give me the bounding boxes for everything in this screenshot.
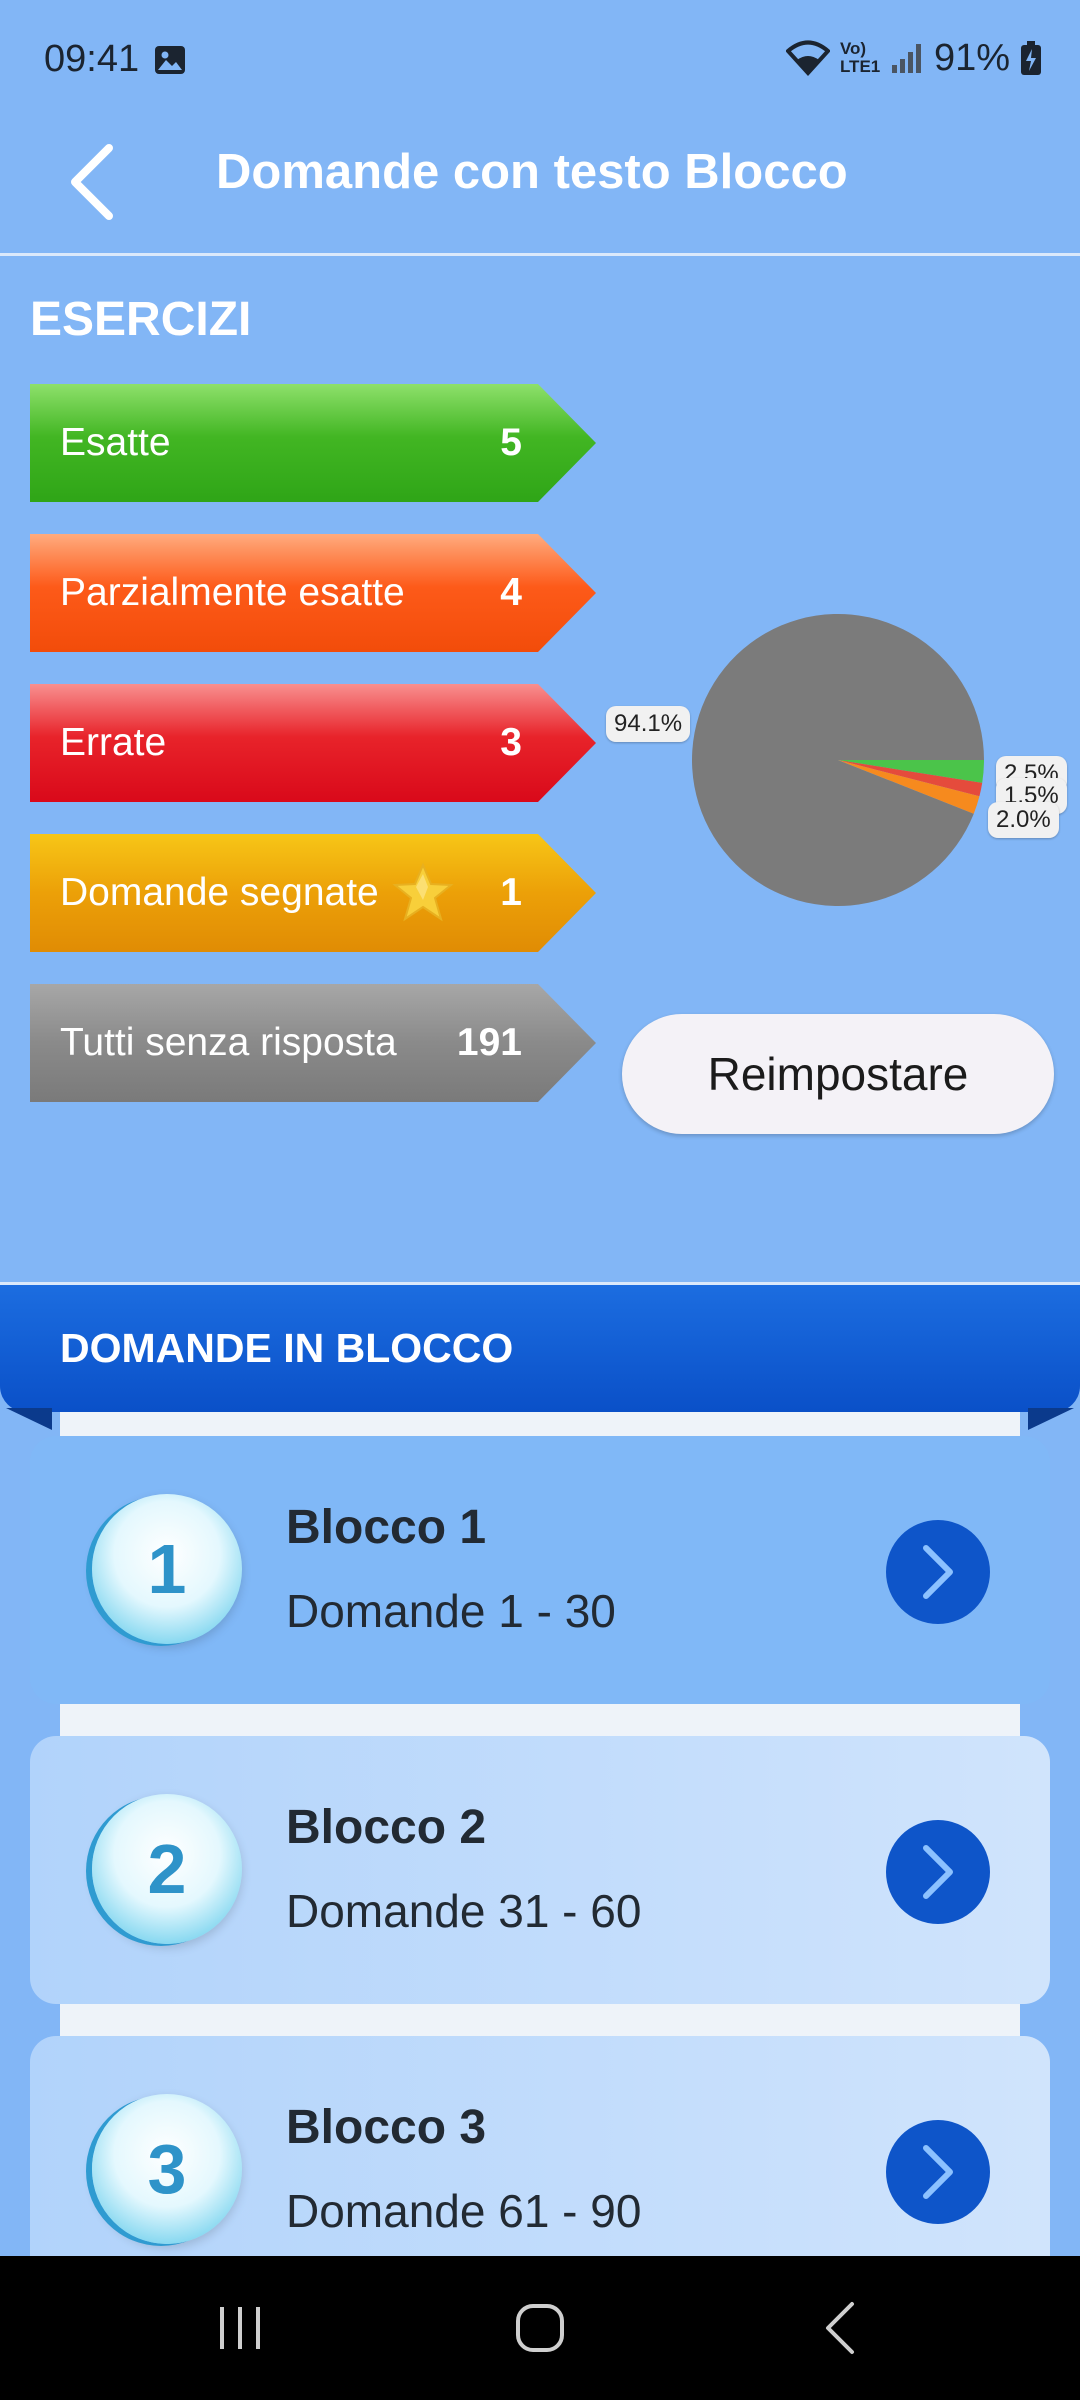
battery-charging-icon [1021,41,1041,75]
stat-count: 191 [456,1021,522,1064]
status-time: 09:41 [44,38,140,80]
stat-marked-button[interactable]: Domande segnate 1 [30,834,596,952]
stat-label: Domande segnate [60,871,379,914]
block-range: Domande 61 - 90 [286,2185,642,2237]
stat-partially-correct-button[interactable]: Parzialmente esatte 4 [30,534,596,652]
block-number-badge: 1 [92,1494,242,1644]
stat-count: 1 [500,871,522,914]
block-card-1[interactable]: 1 Blocco 1 Domande 1 - 30 [30,1436,1050,1704]
stat-label: Esatte [60,421,171,464]
recents-button[interactable] [190,2256,290,2400]
block-card-2[interactable]: 2 Blocco 2 Domande 31 - 60 [30,1736,1050,2004]
status-icons: Vo) LTE1 91% [785,36,1042,80]
reset-button[interactable]: Reimpostare [622,1014,1054,1134]
stat-label: Tutti senza risposta [60,1021,397,1064]
exercises-heading: ESERCIZI [30,293,252,346]
blocks-heading: DOMANDE IN BLOCCO [60,1325,514,1371]
ribbon-fold-left [6,1408,52,1430]
open-block-button[interactable] [886,1820,990,1924]
signal-icon [891,44,921,73]
stat-count: 3 [500,721,522,764]
block-number-badge: 3 [92,2094,242,2244]
stat-count: 4 [500,571,522,614]
stat-unanswered-button[interactable]: Tutti senza risposta 191 [30,984,596,1102]
chevron-left-icon [71,144,113,220]
back-button[interactable] [52,134,132,230]
open-block-button[interactable] [886,1520,990,1624]
block-title: Blocco 2 [286,1801,487,1854]
ribbon-fold-right [1028,1408,1074,1430]
stat-correct-button[interactable]: Esatte 5 [30,384,596,502]
home-icon [516,2304,564,2352]
status-bar: 09:41 Vo) LTE1 91% [0,0,1080,120]
block-number-badge: 2 [92,1794,242,1944]
chevron-right-icon [923,1545,953,1599]
blocks-header: DOMANDE IN BLOCCO [0,1282,1080,1412]
results-pie-chart [692,614,984,907]
chevron-right-icon [923,2145,953,2199]
app-bar: Domande con testo Blocco [0,120,1080,256]
pie-label-unanswered: 94.1% [606,706,691,742]
star-icon [392,862,454,922]
network-label: Vo) LTE1 [839,39,881,76]
stat-wrong-button[interactable]: Errate 3 [30,684,596,802]
open-block-button[interactable] [886,2120,990,2224]
stat-label: Parzialmente esatte [60,571,405,614]
block-range: Domande 1 - 30 [286,1585,616,1637]
block-range: Domande 31 - 60 [286,1885,642,1937]
recents-icon [220,2307,260,2349]
home-button[interactable] [490,2256,590,2400]
stat-count: 5 [500,421,522,464]
back-icon [826,2302,854,2354]
page-title: Domande con testo Blocco [216,145,848,199]
chevron-right-icon [923,1845,953,1899]
system-back-button[interactable] [790,2256,890,2400]
gallery-notification-icon [155,46,185,74]
block-title: Blocco 3 [286,2101,487,2154]
stat-label: Errate [60,721,167,764]
pie-label-partial: 2.0% [988,802,1059,838]
battery-percent: 91% [933,36,1010,79]
block-title: Blocco 1 [286,1501,487,1554]
wifi-icon [785,40,830,76]
system-nav-bar [0,2256,1080,2400]
